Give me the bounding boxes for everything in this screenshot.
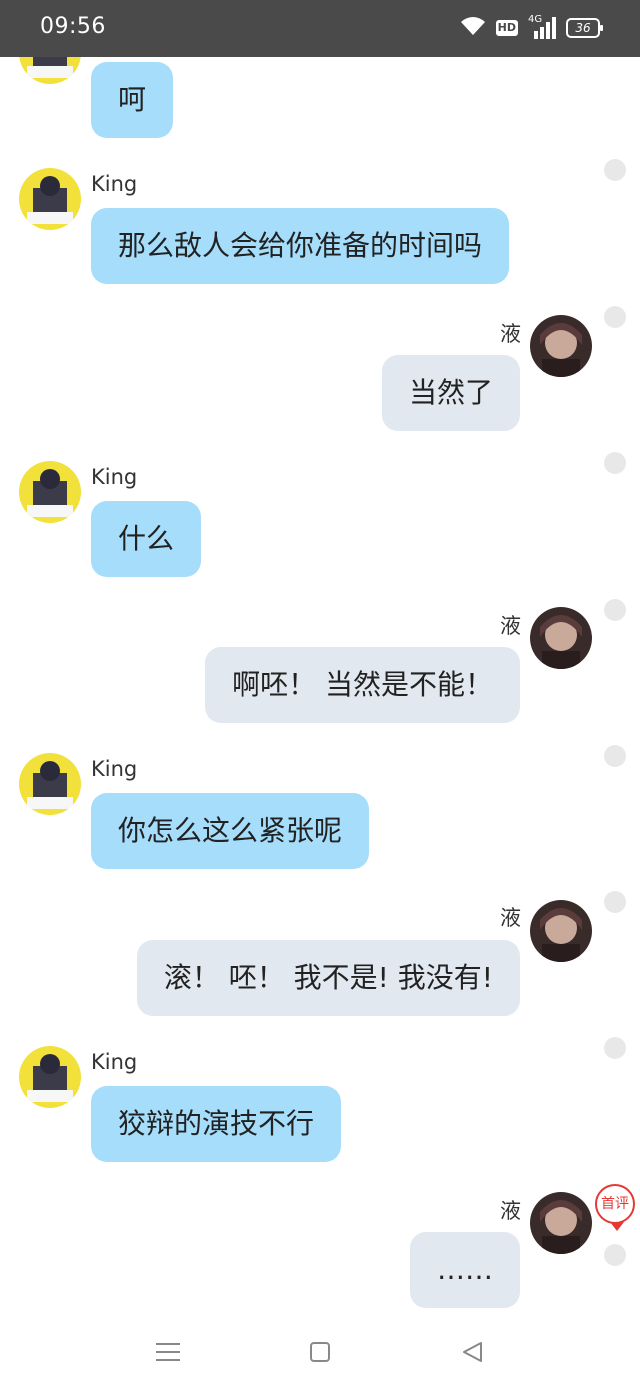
message-status-dot xyxy=(604,599,626,621)
message-status-dot xyxy=(604,1037,626,1059)
sender-name-me: 液 xyxy=(500,906,521,930)
back-triangle-icon[interactable] xyxy=(458,1337,488,1367)
message-bubble-incoming[interactable]: 那么敌人会给你准备的时间吗 xyxy=(91,208,510,284)
king-avatar[interactable] xyxy=(19,461,81,523)
status-time: 09:56 xyxy=(40,14,106,39)
message-bubble-incoming[interactable]: 你怎么这么紧张呢 xyxy=(91,793,370,869)
my-avatar[interactable] xyxy=(530,900,592,962)
sender-name-me: 液 xyxy=(500,322,521,346)
message-bubble-outgoing[interactable]: 啊呸！ 当然是不能！ xyxy=(205,647,520,723)
signal-icon: 4G xyxy=(528,14,556,39)
sender-name-me: 液 xyxy=(500,614,521,638)
first-comment-badge[interactable]: 首评 xyxy=(595,1184,635,1231)
my-avatar[interactable] xyxy=(530,607,592,669)
sender-name-king: King xyxy=(91,465,138,489)
king-avatar[interactable] xyxy=(19,753,81,815)
sender-name-king: King xyxy=(91,1050,138,1074)
menu-icon[interactable] xyxy=(153,1337,183,1367)
home-square-icon[interactable] xyxy=(305,1337,335,1367)
message-status-dot xyxy=(604,306,626,328)
king-avatar[interactable] xyxy=(19,1046,81,1108)
sender-name-king: King xyxy=(91,757,138,781)
message-bubble-outgoing[interactable]: …… xyxy=(410,1232,520,1308)
hd-badge: HD xyxy=(495,20,518,36)
message-status-dot xyxy=(604,1244,626,1266)
message-bubble-incoming[interactable]: 呵 xyxy=(91,62,174,138)
message-bubble-incoming[interactable]: 什么 xyxy=(91,501,202,577)
message-bubble-outgoing[interactable]: 当然了 xyxy=(381,355,520,431)
my-avatar[interactable] xyxy=(530,1192,592,1254)
message-status-dot xyxy=(604,891,626,913)
sender-name-king: King xyxy=(91,172,138,196)
message-status-dot xyxy=(604,452,626,474)
sender-name-me: 液 xyxy=(500,1199,521,1223)
battery-indicator: 36 xyxy=(566,18,603,38)
message-status-dot xyxy=(604,159,626,181)
message-bubble-incoming[interactable]: 狡辩的演技不行 xyxy=(91,1086,342,1162)
status-bar: 09:56 HD 4G 36 xyxy=(0,0,640,57)
my-avatar[interactable] xyxy=(530,315,592,377)
system-nav-bar xyxy=(0,1317,640,1387)
message-status-dot xyxy=(604,745,626,767)
message-bubble-outgoing[interactable]: 滚！ 呸！ 我不是! 我没有! xyxy=(136,940,520,1016)
wifi-icon xyxy=(460,15,486,41)
chat-messages[interactable]: 呵 King 那么敌人会给你准备的时间吗 液 当然了 King 什么 液 啊呸！… xyxy=(0,57,640,1317)
king-avatar[interactable] xyxy=(19,168,81,230)
king-avatar[interactable] xyxy=(19,57,81,84)
status-icons: HD 4G 36 xyxy=(460,14,603,42)
